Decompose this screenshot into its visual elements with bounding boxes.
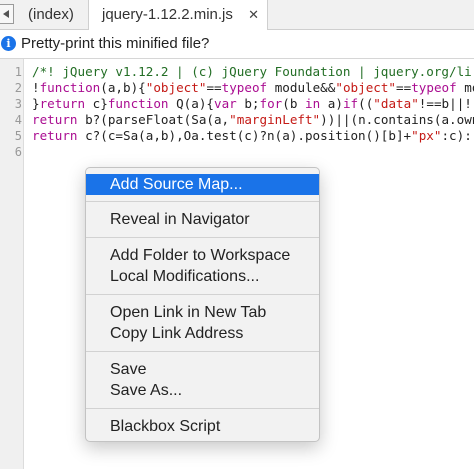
code-line: !function(a,b){"object"==typeof module&&… [32, 80, 474, 95]
context-menu: Add Source Map... Reveal in Navigator Ad… [85, 167, 320, 442]
tab-label: jquery-1.12.2.min.js [102, 6, 233, 23]
tab-jquery-min-js[interactable]: jquery-1.12.2.min.js ✕ [88, 0, 268, 30]
toggle-navigator-icon[interactable] [0, 4, 14, 24]
menu-item-add-folder-to-workspace[interactable]: Add Folder to Workspace [86, 245, 319, 266]
close-icon[interactable]: ✕ [248, 0, 259, 30]
menu-item-local-modifications[interactable]: Local Modifications... [86, 266, 319, 287]
menu-separator [86, 294, 319, 295]
menu-item-blackbox-script[interactable]: Blackbox Script [86, 416, 319, 437]
code-line: return c?(c=Sa(a,b),Oa.test(c)?n(a).posi… [32, 128, 472, 143]
tab-bar: (index) jquery-1.12.2.min.js ✕ [0, 0, 474, 30]
menu-separator [86, 237, 319, 238]
menu-item-reveal-in-navigator[interactable]: Reveal in Navigator [86, 209, 319, 230]
line-number: 2 [14, 81, 22, 95]
code-line: /*! jQuery v1.12.2 | (c) jQuery Foundati… [32, 64, 472, 79]
line-number: 1 [14, 65, 22, 79]
info-icon: i [1, 36, 16, 51]
code-line: }return c}function Q(a){var b;for(b in a… [32, 96, 472, 111]
menu-item-copy-link-address[interactable]: Copy Link Address [86, 323, 319, 344]
tab-index[interactable]: (index) [28, 0, 86, 30]
menu-separator [86, 408, 319, 409]
line-number: 6 [14, 145, 22, 159]
line-number-gutter: 1 2 3 4 5 6 [0, 59, 24, 469]
menu-separator [86, 351, 319, 352]
line-number: 5 [14, 129, 22, 143]
menu-item-open-link-in-new-tab[interactable]: Open Link in New Tab [86, 302, 319, 323]
infobar-message: Pretty-print this minified file? [21, 35, 210, 52]
line-number: 4 [14, 113, 22, 127]
pretty-print-infobar: i Pretty-print this minified file? [0, 30, 474, 59]
menu-separator [86, 201, 319, 202]
menu-item-add-source-map[interactable]: Add Source Map... [86, 174, 319, 195]
menu-item-save-as[interactable]: Save As... [86, 380, 319, 401]
menu-item-save[interactable]: Save [86, 359, 319, 380]
line-number: 3 [14, 97, 22, 111]
code-line: return b?(parseFloat(Sa(a,"marginLeft"))… [32, 112, 474, 127]
